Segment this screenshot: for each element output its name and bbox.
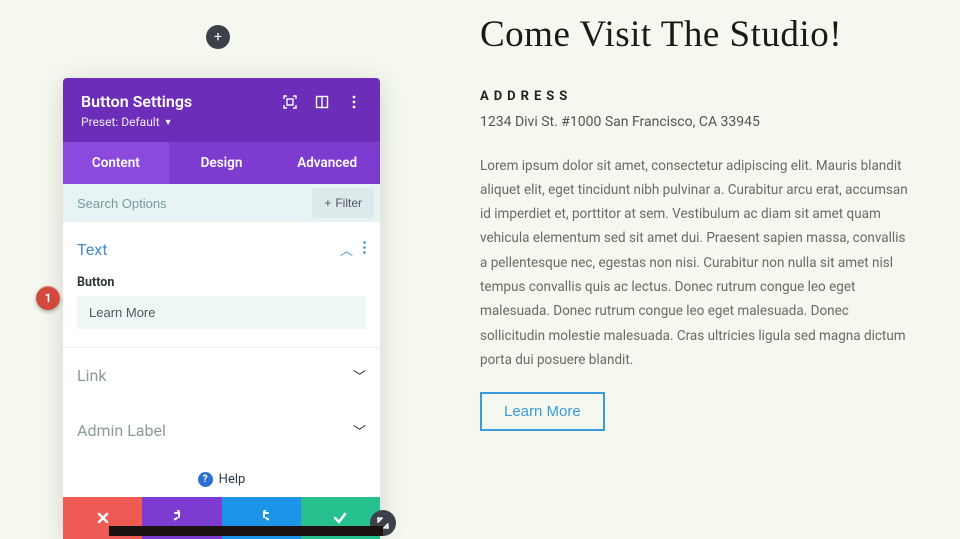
help-label: Help bbox=[219, 472, 246, 487]
help-link[interactable]: ? Help bbox=[63, 458, 380, 497]
section-text-title: Text bbox=[77, 240, 107, 259]
section-admin-title: Admin Label bbox=[77, 421, 166, 440]
close-icon bbox=[96, 511, 110, 525]
add-section-button[interactable]: + bbox=[206, 25, 230, 49]
chevron-up-icon: ︿ bbox=[340, 240, 353, 259]
button-field-label: Button bbox=[77, 275, 366, 290]
preset-label: Preset: Default bbox=[81, 115, 160, 129]
undo-icon bbox=[174, 510, 190, 526]
section-more-icon[interactable] bbox=[363, 241, 366, 258]
check-icon bbox=[332, 510, 348, 526]
search-input[interactable] bbox=[63, 185, 306, 222]
address-label: ADDRESS bbox=[480, 89, 910, 104]
caret-down-icon: ▼ bbox=[164, 117, 173, 128]
expand-icon[interactable] bbox=[282, 94, 298, 110]
section-text-header[interactable]: Text ︿ bbox=[77, 240, 366, 259]
section-admin-label[interactable]: Admin Label ﹀ bbox=[63, 403, 380, 458]
page-heading: Come Visit The Studio! bbox=[480, 14, 910, 57]
filter-label: Filter bbox=[335, 196, 362, 210]
plus-icon: + bbox=[324, 196, 331, 210]
address-value: 1234 Divi St. #1000 San Francisco, CA 33… bbox=[480, 114, 910, 130]
section-link[interactable]: Link ﹀ bbox=[63, 348, 380, 403]
more-icon[interactable] bbox=[346, 94, 362, 110]
panel-header: Button Settings Preset: Default ▼ bbox=[63, 78, 380, 142]
help-icon: ? bbox=[198, 472, 213, 487]
snap-icon[interactable] bbox=[314, 94, 330, 110]
tab-content[interactable]: Content bbox=[63, 142, 169, 184]
image-peek bbox=[109, 526, 383, 536]
search-row: + Filter bbox=[63, 184, 380, 222]
section-link-title: Link bbox=[77, 366, 106, 385]
tab-design[interactable]: Design bbox=[169, 142, 275, 184]
learn-more-button[interactable]: Learn More bbox=[480, 392, 605, 431]
chevron-down-icon: ﹀ bbox=[353, 421, 366, 440]
page-content: Come Visit The Studio! ADDRESS 1234 Divi… bbox=[480, 14, 910, 431]
section-text: Text ︿ Button bbox=[63, 222, 380, 348]
preset-dropdown[interactable]: Preset: Default ▼ bbox=[81, 115, 173, 129]
panel-title: Button Settings bbox=[81, 92, 192, 111]
body-text: Lorem ipsum dolor sit amet, consectetur … bbox=[480, 154, 910, 373]
filter-button[interactable]: + Filter bbox=[312, 188, 374, 218]
button-settings-panel: Button Settings Preset: Default ▼ Conten… bbox=[63, 78, 380, 539]
tab-advanced[interactable]: Advanced bbox=[274, 142, 380, 184]
panel-tabs: Content Design Advanced bbox=[63, 142, 380, 184]
redo-icon bbox=[253, 510, 269, 526]
chevron-down-icon: ﹀ bbox=[353, 366, 366, 385]
annotation-badge-1: 1 bbox=[36, 286, 60, 310]
button-text-input[interactable] bbox=[77, 296, 366, 329]
plus-icon: + bbox=[214, 29, 222, 45]
